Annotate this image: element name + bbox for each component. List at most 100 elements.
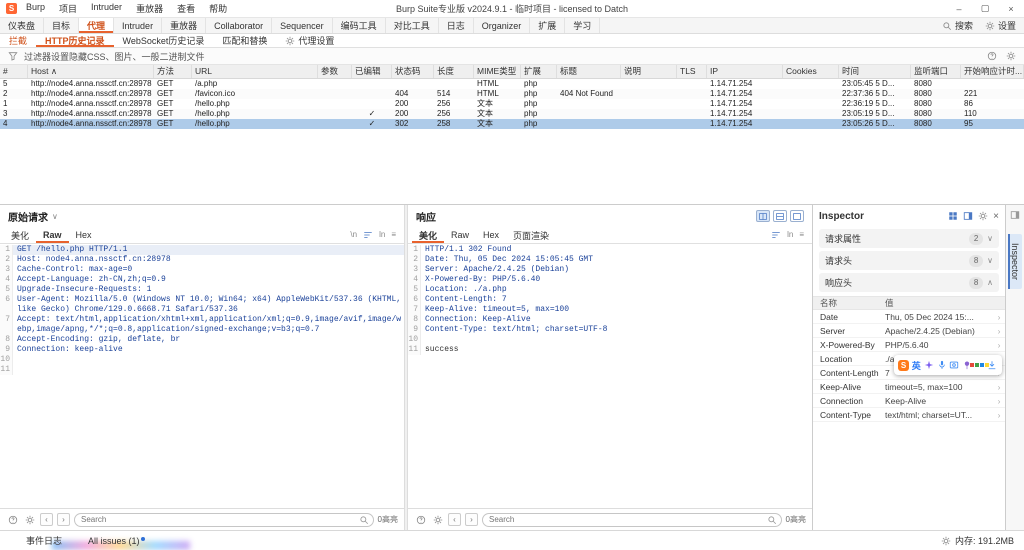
help-icon[interactable] <box>987 51 997 61</box>
main-tab-Intruder[interactable]: Intruder <box>114 18 162 33</box>
stranslate-logo[interactable]: S <box>898 359 909 371</box>
column-header-开始响应计时...[interactable]: 开始响应计时... <box>961 65 1024 78</box>
column-header-监听端口[interactable]: 监听端口 <box>911 65 961 78</box>
column-header-说明[interactable]: 说明 <box>621 65 677 78</box>
request-tab-美化[interactable]: 美化 <box>4 227 36 243</box>
column-header-已编辑[interactable]: 已编辑 <box>352 65 392 78</box>
next-match-button[interactable]: › <box>465 513 478 526</box>
header-row[interactable]: X-Powered-ByPHP/5.6.40› <box>813 338 1005 352</box>
help-icon[interactable] <box>8 515 18 525</box>
gear-icon[interactable] <box>941 536 951 546</box>
main-tab-Sequencer[interactable]: Sequencer <box>272 18 333 33</box>
column-header-参数[interactable]: 参数 <box>318 65 352 78</box>
column-header-IP[interactable]: IP <box>707 65 783 78</box>
main-tab-目标[interactable]: 目标 <box>44 18 79 33</box>
help-icon[interactable] <box>416 515 426 525</box>
main-tab-仪表盘[interactable]: 仪表盘 <box>0 18 44 33</box>
request-tab-Raw[interactable]: Raw <box>36 227 69 243</box>
request-editor[interactable]: 1GET /hello.php HTTP/1.12Host: node4.ann… <box>0 244 404 508</box>
download-icon[interactable] <box>987 359 998 371</box>
menu-item-Burp[interactable]: Burp <box>26 2 45 15</box>
gear-icon[interactable] <box>433 515 443 525</box>
line-numbers-icon[interactable]: ln <box>787 231 793 239</box>
table-row[interactable]: 3http://node4.anna.nssctf.cn:28978GET/he… <box>0 109 1024 119</box>
main-tab-学习[interactable]: 学习 <box>565 18 600 33</box>
translate-en-icon[interactable]: 英 <box>911 359 922 371</box>
main-tab-日志[interactable]: 日志 <box>439 18 474 33</box>
header-row[interactable]: ConnectionKeep-Alive› <box>813 394 1005 408</box>
gear-icon[interactable] <box>1006 51 1016 61</box>
response-tab-Hex[interactable]: Hex <box>476 227 506 243</box>
inspector-section-请求属性[interactable]: 请求属性2∨ <box>819 229 999 248</box>
global-search-button[interactable]: 搜索 <box>942 19 973 32</box>
column-header-长度[interactable]: 长度 <box>434 65 474 78</box>
column-header-TLS[interactable]: TLS <box>677 65 707 78</box>
main-tab-扩展[interactable]: 扩展 <box>530 18 565 33</box>
minimize-button[interactable]: – <box>946 0 972 17</box>
gear-icon[interactable] <box>978 211 988 221</box>
column-header-方法[interactable]: 方法 <box>154 65 192 78</box>
table-row[interactable]: 1http://node4.anna.nssctf.cn:28978GET/he… <box>0 99 1024 109</box>
request-search-input[interactable] <box>74 513 374 527</box>
menu-item-查看[interactable]: 查看 <box>177 2 195 15</box>
grid-view-icon[interactable] <box>948 211 958 221</box>
word-wrap-icon[interactable] <box>363 230 373 240</box>
maximize-button[interactable]: ▢ <box>972 0 998 17</box>
sub-tab-匹配和替换[interactable]: 匹配和替换 <box>213 34 276 47</box>
global-settings-button[interactable]: 设置 <box>985 19 1016 32</box>
editor-menu-icon[interactable]: ≡ <box>799 231 804 239</box>
sub-tab-HTTP历史记录[interactable]: HTTP历史记录 <box>36 34 114 47</box>
table-row[interactable]: 4http://node4.anna.nssctf.cn:28978GET/he… <box>0 119 1024 129</box>
main-tab-代理[interactable]: 代理 <box>79 18 114 33</box>
next-match-button[interactable]: › <box>57 513 70 526</box>
editor-menu-icon[interactable]: ≡ <box>391 231 396 239</box>
sub-tab-拦截[interactable]: 拦截 <box>0 34 36 47</box>
response-tab-页面渲染[interactable]: 页面渲染 <box>506 227 556 243</box>
table-row[interactable]: 5http://node4.anna.nssctf.cn:28978GET/a.… <box>0 79 1024 89</box>
column-header-URL[interactable]: URL <box>192 65 318 78</box>
menu-item-项目[interactable]: 项目 <box>59 2 77 15</box>
main-tab-编码工具[interactable]: 编码工具 <box>333 18 386 33</box>
main-tab-对比工具[interactable]: 对比工具 <box>386 18 439 33</box>
inspector-section-响应头[interactable]: 响应头8∧ <box>819 273 999 292</box>
column-header-Cookies[interactable]: Cookies <box>783 65 839 78</box>
column-header-时间[interactable]: 时间 <box>839 65 911 78</box>
column-header-#[interactable]: # <box>0 65 28 78</box>
close-icon[interactable]: × <box>993 211 999 222</box>
response-editor[interactable]: 1HTTP/1.1 302 Found2Date: Thu, 05 Dec 20… <box>408 244 812 508</box>
column-header-扩展[interactable]: 扩展 <box>521 65 557 78</box>
previous-match-button[interactable]: ‹ <box>448 513 461 526</box>
show-newlines-icon[interactable]: \n <box>350 231 357 239</box>
header-row[interactable]: Keep-Alivetimeout=5, max=100› <box>813 380 1005 394</box>
word-wrap-icon[interactable] <box>771 230 781 240</box>
line-numbers-icon[interactable]: ln <box>379 231 385 239</box>
column-header-状态码[interactable]: 状态码 <box>392 65 434 78</box>
sub-tab-WebSocket历史记录[interactable]: WebSocket历史记录 <box>114 34 214 47</box>
header-row[interactable]: ServerApache/2.4.25 (Debian)› <box>813 324 1005 338</box>
column-header-MIME类型[interactable]: MIME类型 <box>474 65 521 78</box>
menu-item-重放器[interactable]: 重放器 <box>136 2 163 15</box>
request-panel-title[interactable]: 原始请求 <box>8 209 48 224</box>
header-row[interactable]: Content-Typetext/html; charset=UT...› <box>813 408 1005 422</box>
response-tab-美化[interactable]: 美化 <box>412 227 444 243</box>
request-tab-Hex[interactable]: Hex <box>69 227 99 243</box>
sparkle-icon[interactable] <box>923 359 934 371</box>
collapse-panel-icon[interactable] <box>1010 210 1020 220</box>
inspector-vertical-tab[interactable]: Inspector <box>1008 234 1022 289</box>
column-header-标题[interactable]: 标题 <box>557 65 621 78</box>
column-header-Host[interactable]: Host ∧ <box>28 65 154 78</box>
all-issues-button[interactable]: All issues (1) <box>88 536 145 546</box>
table-row[interactable]: 2http://node4.anna.nssctf.cn:28978GET/fa… <box>0 89 1024 99</box>
response-tab-Raw[interactable]: Raw <box>444 227 476 243</box>
response-search-input[interactable] <box>482 513 782 527</box>
menu-item-Intruder[interactable]: Intruder <box>91 2 122 15</box>
layout-single-icon[interactable] <box>790 210 804 222</box>
previous-match-button[interactable]: ‹ <box>40 513 53 526</box>
sub-tab-代理设置[interactable]: 代理设置 <box>276 34 343 47</box>
main-tab-Organizer[interactable]: Organizer <box>474 18 531 33</box>
gear-icon[interactable] <box>25 515 35 525</box>
main-tab-Collaborator[interactable]: Collaborator <box>206 18 272 33</box>
color-grid-icon[interactable] <box>974 359 985 371</box>
screenshot-icon[interactable] <box>949 359 960 371</box>
header-row[interactable]: DateThu, 05 Dec 2024 15:...› <box>813 310 1005 324</box>
